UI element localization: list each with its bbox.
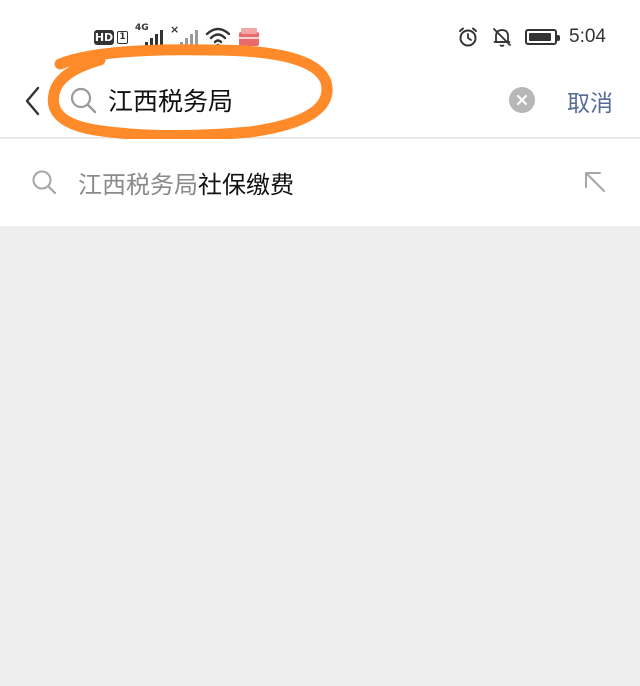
search-header: 取消 — [0, 70, 640, 138]
notification-app-icon — [239, 28, 259, 46]
signal-icon: 4G — [135, 23, 163, 49]
alarm-icon — [459, 27, 478, 47]
signal-no-service-icon: × — [170, 23, 198, 49]
silent-bell-icon — [493, 28, 511, 47]
back-button[interactable] — [18, 84, 48, 118]
status-left-group: HD 1 4G × — [94, 23, 260, 50]
fill-in-arrow-icon[interactable] — [582, 169, 608, 195]
sim-number: 1 — [117, 30, 128, 44]
empty-results-area — [0, 226, 640, 686]
wifi-icon — [205, 27, 231, 48]
cancel-button[interactable]: 取消 — [567, 84, 613, 118]
suggestion-text: 江西税务局社保缴费 — [78, 165, 294, 200]
back-chevron-icon — [25, 86, 40, 116]
search-input[interactable] — [108, 82, 488, 118]
status-right-group: 5:04 — [457, 24, 606, 50]
hd-badge: HD — [94, 29, 114, 45]
search-screen: HD 1 4G × 5:04 江西税务局 取消 江西税务局社保缴费 — [0, 0, 640, 686]
search-icon — [70, 87, 97, 114]
clear-search-button[interactable] — [509, 87, 535, 113]
status-time: 5:04 — [569, 26, 606, 47]
search-icon — [32, 170, 57, 195]
clear-icon — [516, 94, 528, 106]
battery-icon — [525, 29, 561, 45]
suggestion-match: 江西税务局 — [78, 171, 198, 199]
suggestion-item[interactable]: 江西税务局社保缴费 — [0, 139, 640, 226]
suggestion-rest: 社保缴费 — [198, 171, 294, 199]
status-bar: HD 1 4G × 5:04 — [0, 0, 640, 70]
